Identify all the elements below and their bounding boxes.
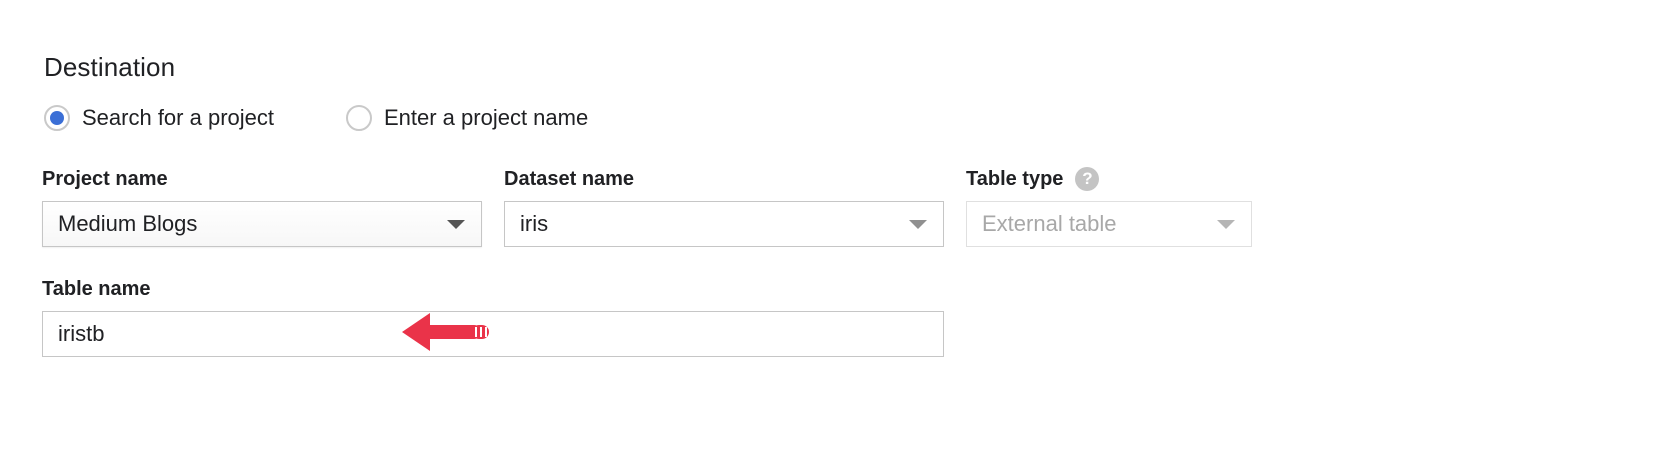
destination-panel: Destination Search for a project Enter a…: [0, 0, 1658, 462]
table-type-select[interactable]: External table: [966, 201, 1252, 247]
dataset-name-label: Dataset name: [504, 167, 634, 191]
radio-button-selected[interactable]: [44, 105, 70, 131]
dataset-name-select[interactable]: iris: [504, 201, 944, 247]
radio-enter-project-name[interactable]: Enter a project name: [345, 105, 589, 131]
destination-radio-group: Search for a project Enter a project nam…: [44, 100, 588, 136]
table-type-label-text: Table type: [966, 167, 1064, 190]
section-title: Destination: [44, 52, 176, 82]
project-name-label-text: Project name: [42, 167, 168, 190]
table-type-label: Table type ?: [966, 165, 1100, 193]
project-name-label: Project name: [42, 167, 168, 191]
radio-label: Enter a project name: [383, 105, 589, 130]
table-type-value: External table: [982, 211, 1117, 236]
chevron-down-icon: [909, 220, 927, 229]
help-icon[interactable]: ?: [1075, 167, 1100, 191]
project-name-value: Medium Blogs: [58, 211, 198, 236]
radio-selected-dot: [50, 111, 64, 125]
table-name-label-text: Table name: [42, 277, 151, 300]
table-name-input[interactable]: [42, 311, 944, 357]
dataset-name-label-text: Dataset name: [504, 167, 635, 190]
table-name-label: Table name: [42, 277, 151, 301]
radio-search-project[interactable]: Search for a project: [44, 105, 274, 131]
chevron-down-icon: [447, 220, 465, 229]
project-name-select[interactable]: Medium Blogs: [42, 201, 482, 247]
radio-label: Search for a project: [82, 105, 274, 130]
radio-button-unselected[interactable]: [345, 105, 372, 131]
chevron-down-icon: [1217, 220, 1235, 229]
arrow-left-icon: [402, 313, 489, 351]
dataset-name-value: iris: [520, 211, 549, 236]
